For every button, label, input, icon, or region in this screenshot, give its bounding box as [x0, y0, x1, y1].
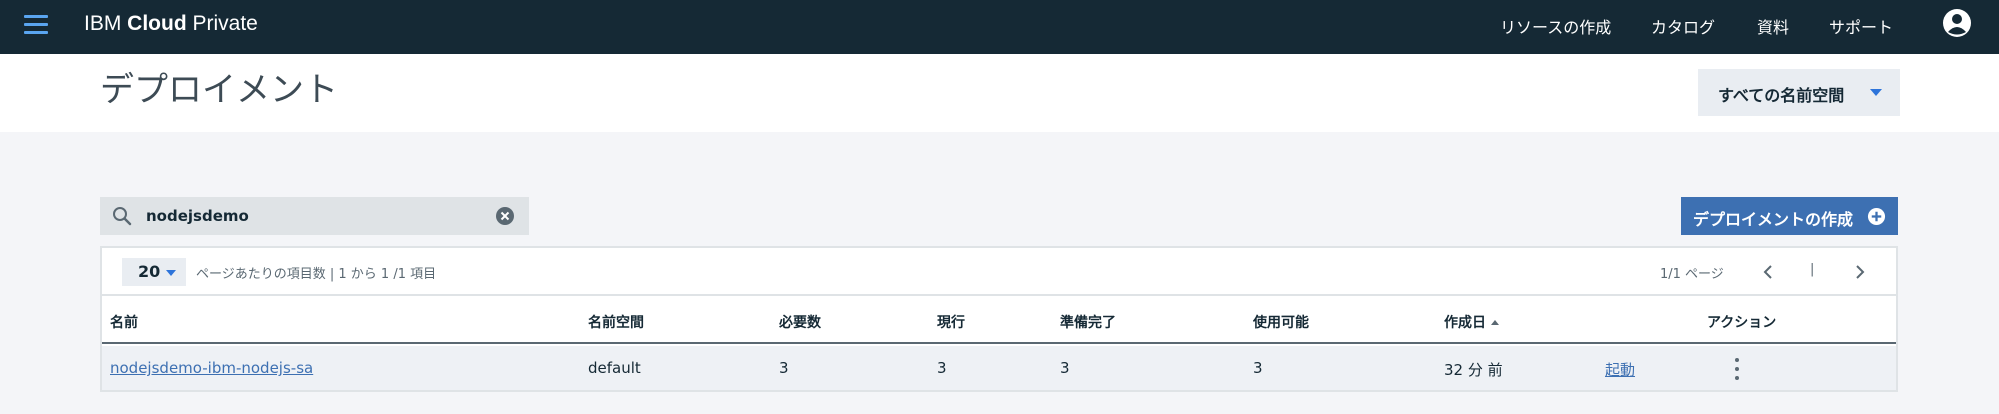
overflow-menu-icon[interactable]	[1731, 356, 1743, 382]
table-row: nodejsdemo-ibm-nodejs-sa default 3 3 3 3…	[102, 346, 1896, 390]
nav-docs[interactable]: 資料	[1757, 14, 1789, 38]
pagination-separator: |	[1810, 262, 1815, 277]
chevron-right-icon[interactable]	[1850, 262, 1870, 282]
deployments-table: 20 ページあたりの項目数 | 1 から 1 /1 項目 1/1 ページ | 名…	[100, 246, 1898, 392]
namespace-dropdown[interactable]: すべての名前空間	[1698, 69, 1900, 116]
sort-ascending-icon	[1491, 320, 1499, 325]
namespace-dropdown-label: すべての名前空間	[1718, 86, 1845, 105]
pagination-summary: ページあたりの項目数 | 1 から 1 /1 項目	[196, 267, 437, 282]
nav-catalog[interactable]: カタログ	[1651, 14, 1715, 38]
search-icon	[113, 207, 132, 226]
items-per-page-value: 20	[138, 262, 161, 281]
clear-search-icon[interactable]	[495, 206, 515, 226]
cell-ready: 3	[1060, 359, 1070, 377]
table-header: 名前 名前空間 必要数 現行 準備完了 使用可能 作成日 アクション	[102, 298, 1896, 344]
column-header-current[interactable]: 現行	[937, 312, 965, 332]
create-deployment-label: デプロイメントの作成	[1693, 210, 1854, 229]
page-title: デプロイメント	[100, 70, 338, 110]
top-navigation-bar: IBM Cloud Private リソースの作成 カタログ 資料 サポート	[0, 0, 1999, 54]
cell-available: 3	[1253, 359, 1263, 377]
deployment-name-link[interactable]: nodejsdemo-ibm-nodejs-sa	[110, 359, 313, 377]
column-header-name[interactable]: 名前	[110, 312, 138, 332]
launch-link[interactable]: 起動	[1605, 359, 1635, 380]
cell-current: 3	[937, 359, 947, 377]
add-circle-icon	[1867, 207, 1886, 226]
pagination-bar: 20 ページあたりの項目数 | 1 から 1 /1 項目 1/1 ページ |	[102, 248, 1896, 296]
create-deployment-button[interactable]: デプロイメントの作成	[1681, 197, 1898, 235]
column-header-available[interactable]: 使用可能	[1253, 312, 1309, 332]
nav-create-resource[interactable]: リソースの作成	[1500, 14, 1611, 38]
column-header-namespace[interactable]: 名前空間	[588, 312, 644, 332]
column-header-ready[interactable]: 準備完了	[1060, 312, 1116, 332]
chevron-down-icon	[166, 270, 176, 276]
search-bar	[100, 197, 529, 235]
search-input[interactable]	[146, 203, 476, 229]
cell-created: 32 分 前	[1444, 361, 1503, 379]
page-count: 1/1 ページ	[1660, 267, 1724, 282]
column-header-created[interactable]: 作成日	[1444, 312, 1499, 332]
column-header-desired[interactable]: 必要数	[779, 312, 821, 332]
product-logo[interactable]: IBM Cloud Private	[84, 12, 258, 36]
user-avatar-icon[interactable]	[1942, 8, 1972, 38]
chevron-down-icon	[1870, 89, 1882, 96]
items-per-page-select[interactable]: 20	[122, 258, 186, 286]
nav-support[interactable]: サポート	[1829, 14, 1893, 38]
cell-desired: 3	[779, 359, 789, 377]
column-header-actions: アクション	[1707, 315, 1777, 331]
cell-namespace: default	[588, 359, 641, 377]
chevron-left-icon[interactable]	[1758, 262, 1778, 282]
hamburger-menu-icon[interactable]	[22, 12, 50, 40]
